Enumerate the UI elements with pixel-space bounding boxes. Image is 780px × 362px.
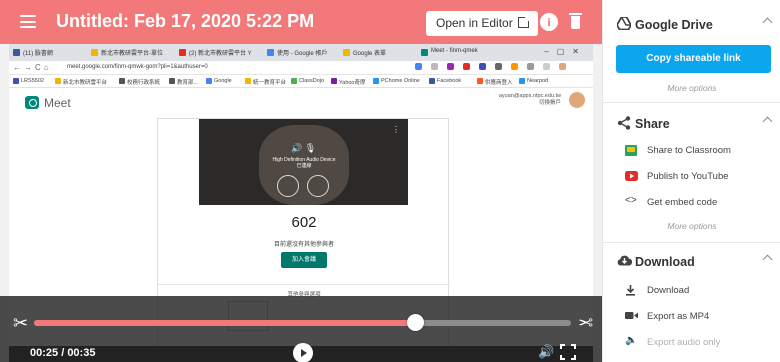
share-to-classroom-item[interactable]: Share to Classroom <box>625 144 775 160</box>
get-embed-code-item[interactable]: <> Get embed code <box>625 195 775 212</box>
tab-favicon-icon <box>91 49 98 56</box>
speaker-icon: 🔈 <box>625 335 638 346</box>
seek-thumb[interactable] <box>406 314 424 331</box>
seek-bar-progress <box>34 320 416 326</box>
camera-preview: 🔊 🎙 High Definition Audio Device 已連線 ⋮ <box>199 119 408 205</box>
avatar <box>569 92 585 108</box>
meet-header: Meet ayuan@apps.ntpc.edu.tw 切換帳戶 <box>9 90 593 118</box>
google-drive-icon <box>615 16 633 31</box>
url-text: meet.google.com/finm-qmwk-gom?pli=1&auth… <box>67 64 208 70</box>
download-section-header[interactable]: Download <box>603 251 780 273</box>
meet-title: Meet <box>44 96 71 110</box>
trash-icon[interactable] <box>569 13 582 29</box>
code-icon: <> <box>625 195 637 206</box>
bookmark: LRS5502 <box>13 78 44 84</box>
meeting-code: 602 <box>291 214 317 231</box>
time-display: 00:25 / 00:35 <box>30 347 96 359</box>
browser-tab: 使用 - Google 帳戶 <box>267 48 327 59</box>
player-controls: ✂ ✂ 00:25 / 00:35 🔊 <box>0 296 602 362</box>
external-link-icon <box>518 16 530 28</box>
download-icon <box>625 285 637 296</box>
browser-tab: Google 表單 <box>343 48 386 59</box>
header-bar: Untitled: Feb 17, 2020 5:22 PM Open in E… <box>0 0 602 44</box>
nav-arrows-icon: ←→C⌂ <box>13 63 52 72</box>
download-item[interactable]: Download <box>625 284 775 300</box>
fullscreen-icon[interactable] <box>560 344 576 360</box>
bookmark: 統一教育平台 <box>245 78 286 86</box>
bookmark: 新北市教研雲平台 <box>55 78 107 86</box>
google-icon <box>267 49 274 56</box>
seek-bar[interactable] <box>34 320 571 326</box>
browser-tab: 新北市教研雲平台-單位 <box>91 48 163 59</box>
browser-tab-active: Meet - finm-qmek <box>421 48 478 59</box>
cloud-download-icon <box>617 254 633 268</box>
browser-tab-strip: (11) 臉書網 新北市教研雲平台-單位 (2) 新北市教研雲平台 Y 使用 -… <box>9 44 593 61</box>
camera-toggle-icon <box>307 175 329 197</box>
sidebar: Google Drive Copy shareable link More op… <box>602 0 780 362</box>
export-audio-only-item[interactable]: 🔈 Export audio only <box>625 335 775 352</box>
share-section-header[interactable]: Share <box>603 113 780 135</box>
drive-more-options-link[interactable]: More options <box>603 83 780 93</box>
volume-icon[interactable]: 🔊 <box>538 344 554 360</box>
meet-logo-icon <box>25 96 39 109</box>
bookmark: Facebook <box>429 78 461 84</box>
browser-tab: (11) 臉書網 <box>13 48 53 59</box>
bookmark: 教育部... <box>169 78 198 86</box>
video-camera-icon <box>625 311 638 321</box>
bookmark: Nearpod <box>519 78 548 84</box>
facebook-icon <box>13 49 20 56</box>
address-bar: ←→C⌂ meet.google.com/finm-qmwk-gom?pli=1… <box>9 61 593 75</box>
bookmark: Google <box>206 78 232 84</box>
share-icon <box>617 116 631 130</box>
chevron-up-icon <box>762 116 773 127</box>
bookmark: 校務行政系統 <box>119 78 160 86</box>
google-drive-section-header[interactable]: Google Drive <box>603 14 780 36</box>
info-icon[interactable]: i <box>540 13 558 31</box>
bookmarks-bar: LRS5502 新北市教研雲平台 校務行政系統 教育部... Google 統一… <box>9 75 593 88</box>
open-in-editor-button[interactable]: Open in Editor <box>426 11 538 36</box>
window-controls: –▢✕ <box>544 47 587 56</box>
publish-to-youtube-item[interactable]: Publish to YouTube <box>625 170 775 186</box>
meet-icon <box>421 49 428 56</box>
trim-end-scissors-icon[interactable]: ✂ <box>578 313 593 333</box>
audio-device-text: High Definition Audio Device 已連線 <box>272 157 336 169</box>
audio-mic-icon: 🔊 🎙 <box>291 143 317 153</box>
browser-tab: (2) 新北市教研雲平台 Y <box>179 48 252 59</box>
more-vert-icon: ⋮ <box>392 125 400 134</box>
menu-icon[interactable] <box>20 15 36 28</box>
copy-shareable-link-button[interactable]: Copy shareable link <box>616 45 771 73</box>
extension-icons <box>415 63 585 72</box>
no-participants-text: 目前還沒有其他參與者 <box>273 242 334 248</box>
chevron-up-icon <box>762 254 773 265</box>
video-viewer: (11) 臉書網 新北市教研雲平台-單位 (2) 新北市教研雲平台 Y 使用 -… <box>0 0 602 362</box>
recording-title[interactable]: Untitled: Feb 17, 2020 5:22 PM <box>56 11 314 32</box>
youtube-icon <box>179 49 186 56</box>
share-more-options-link[interactable]: More options <box>603 221 780 231</box>
bookmark: Yahoo奇摩 <box>331 78 366 86</box>
forms-icon <box>343 49 350 56</box>
bookmark: 供應商登入 <box>477 78 513 86</box>
account-info: ayuan@apps.ntpc.edu.tw 切換帳戶 <box>498 93 561 106</box>
trim-start-scissors-icon[interactable]: ✂ <box>13 314 28 332</box>
mic-toggle-icon <box>277 175 299 197</box>
bookmark: PChome Online <box>373 78 420 84</box>
export-as-mp4-item[interactable]: Export as MP4 <box>625 310 775 326</box>
join-meeting-button: 加入會議 <box>281 252 327 268</box>
youtube-icon <box>625 171 638 181</box>
chevron-up-icon <box>762 17 773 28</box>
bookmark: ClassDojo <box>291 78 324 84</box>
app-window: (11) 臉書網 新北市教研雲平台-單位 (2) 新北市教研雲平台 Y 使用 -… <box>0 0 780 362</box>
play-button[interactable] <box>293 343 313 362</box>
classroom-icon <box>625 145 637 156</box>
